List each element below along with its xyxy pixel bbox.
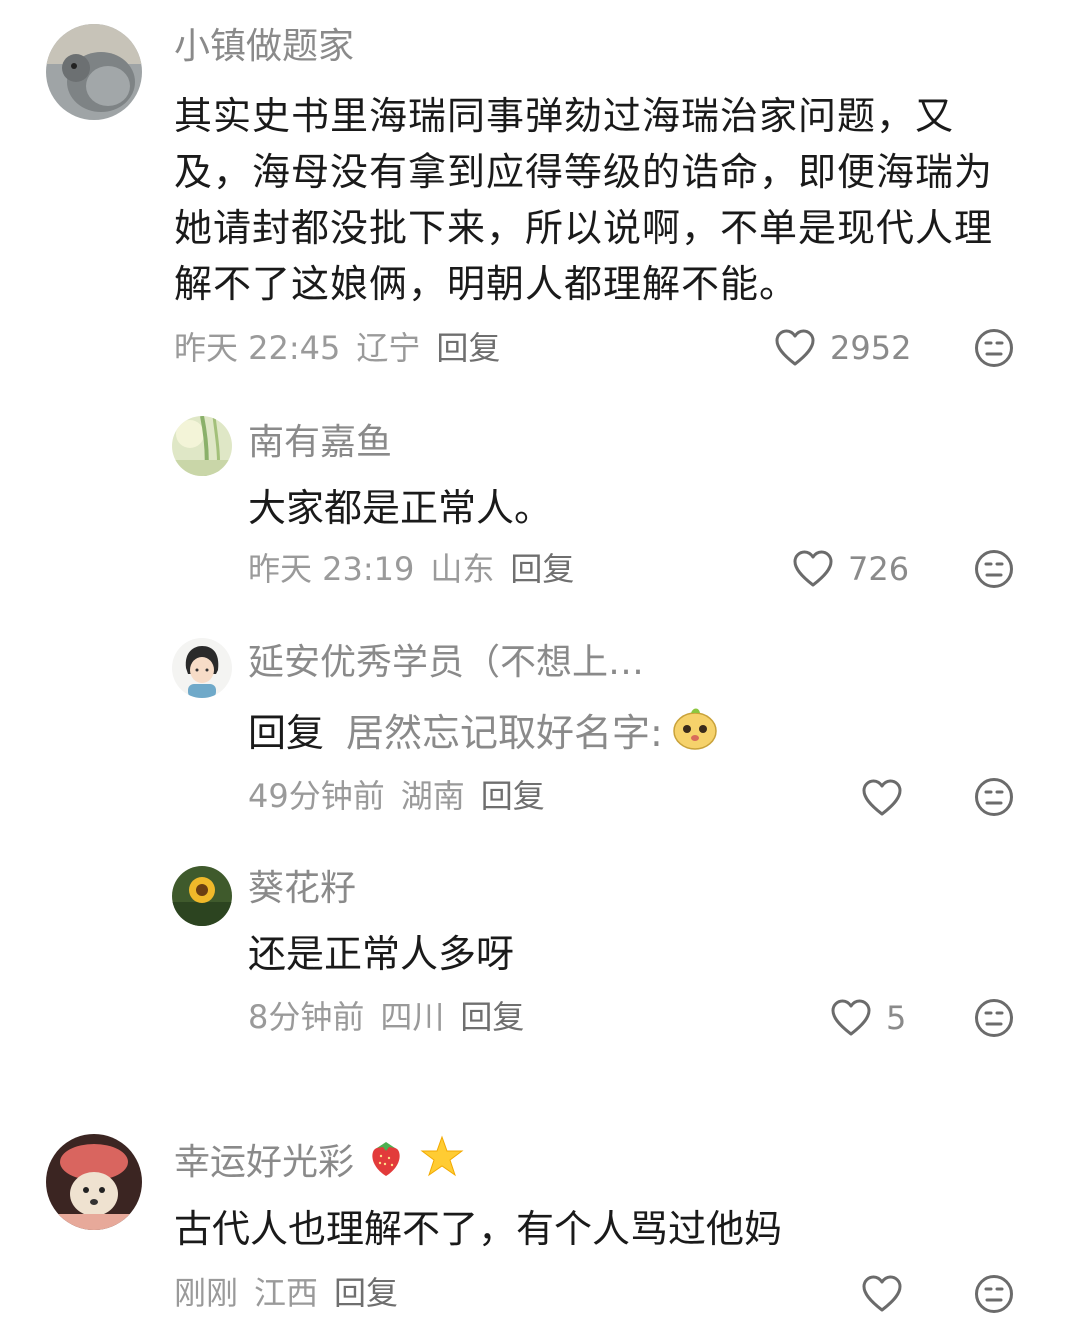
like-button[interactable]: 2952 [774,326,911,370]
reply-text: 回复 居然忘记取好名字: [248,705,719,766]
dislike-button[interactable] [974,549,1014,589]
strawberry-emoji [365,1136,407,1192]
meh-face-icon [975,329,1013,367]
like-button[interactable] [861,1272,903,1316]
reply-button[interactable]: 回复 [481,777,545,815]
comment-text: 其实史书里海瑞同事弹劾过海瑞治家问题，又及，海母没有拿到应得等级的诰命，即便海瑞… [174,94,994,306]
reply-button[interactable]: 回复 [460,998,524,1036]
comment-meta: 刚刚 江西 回复 [174,1271,414,1315]
cute-face-emoji [671,705,719,766]
reply-username[interactable]: 葵花籽 [248,864,356,914]
comment-time: 昨天 22:45 [174,329,341,367]
reply-prefix: 回复 [248,711,325,755]
dislike-button[interactable] [974,328,1014,368]
dislike-button[interactable] [974,777,1014,817]
meh-face-icon [975,1275,1013,1313]
heart-outline-icon [775,329,815,366]
reply-time: 8分钟前 [248,998,365,1036]
like-count: 5 [886,999,907,1037]
avatar[interactable] [172,866,232,926]
like-count: 2952 [830,329,912,367]
avatar[interactable] [46,1134,142,1230]
comment-location: 江西 [254,1274,319,1312]
comment-meta: 昨天 22:45 辽宁 回复 [174,326,516,370]
like-button[interactable]: 726 [792,547,909,591]
reply-location: 山东 [430,550,495,588]
heart-outline-icon [793,550,833,587]
meh-face-icon [975,550,1013,588]
like-button[interactable] [861,776,903,820]
comment-username-text: 幸运好光彩 [174,1142,355,1183]
reply-button[interactable]: 回复 [436,329,500,367]
comment-location: 辽宁 [356,329,421,367]
like-count: 726 [848,550,910,588]
comment-text: 古代人也理解不了，有个人骂过他妈 [174,1207,783,1251]
comment-time: 刚刚 [174,1274,239,1312]
avatar[interactable] [172,416,232,476]
reply-button[interactable]: 回复 [334,1274,398,1312]
star-emoji [419,1134,465,1194]
reply-button[interactable]: 回复 [510,550,574,588]
reply-target-user[interactable]: 居然忘记取好名字: [346,711,663,755]
like-button[interactable]: 5 [830,996,906,1040]
comment-username[interactable]: 幸运好光彩 [174,1134,465,1194]
meh-face-icon [975,778,1013,816]
avatar[interactable] [172,638,232,698]
reply-meta: 49分钟前 湖南 回复 [248,774,561,818]
reply-text: 还是正常人多呀 [248,932,515,976]
reply-time: 昨天 23:19 [248,550,415,588]
comment-list: 小镇做题家 其实史书里海瑞同事弹劾过海瑞治家问题，又及，海母没有拿到应得等级的诰… [0,0,1079,1331]
reply-location: 湖南 [400,777,465,815]
reply-time: 49分钟前 [248,777,385,815]
reply-username[interactable]: 南有嘉鱼 [248,418,392,468]
heart-outline-icon [831,999,871,1036]
meh-face-icon [975,999,1013,1037]
heart-outline-icon [862,779,902,816]
reply-username[interactable]: 延安优秀学员（不想上… [248,638,644,688]
reply-meta: 昨天 23:19 山东 回复 [248,547,590,591]
avatar[interactable] [46,24,142,120]
dislike-button[interactable] [974,1274,1014,1314]
comment-username[interactable]: 小镇做题家 [174,22,354,72]
reply-location: 四川 [380,998,445,1036]
dislike-button[interactable] [974,998,1014,1038]
reply-meta: 8分钟前 四川 回复 [248,995,540,1039]
reply-text: 大家都是正常人。 [248,486,553,530]
heart-outline-icon [862,1275,902,1312]
